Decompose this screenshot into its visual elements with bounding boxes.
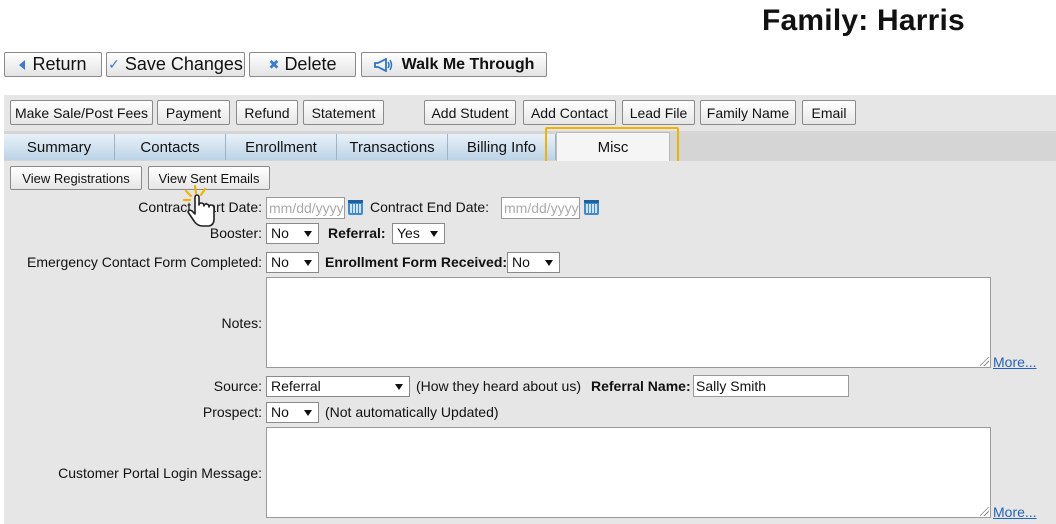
portal-message-label: Customer Portal Login Message:: [58, 465, 262, 481]
referral-select[interactable]: Yes: [392, 223, 445, 244]
refund-button[interactable]: Refund: [236, 100, 298, 125]
chevron-down-icon: [304, 260, 312, 266]
enrollment-form-select[interactable]: No: [507, 252, 560, 273]
portal-more-link[interactable]: More...: [993, 504, 1037, 520]
prospect-label: Prospect:: [202, 404, 262, 420]
notes-more-link[interactable]: More...: [993, 354, 1037, 370]
x-icon: ✖: [268, 56, 280, 72]
payment-button[interactable]: Payment: [157, 100, 230, 125]
chevron-down-icon: [545, 260, 553, 266]
add-contact-button[interactable]: Add Contact: [523, 100, 616, 125]
return-button[interactable]: Return: [4, 52, 102, 77]
prospect-hint: (Not automatically Updated): [325, 404, 499, 420]
tab-transactions[interactable]: Transactions: [337, 134, 448, 160]
checkmark-icon: ✓: [108, 56, 120, 72]
chevron-down-icon: [304, 410, 312, 416]
add-student-button[interactable]: Add Student: [424, 100, 516, 125]
email-button[interactable]: Email: [802, 100, 856, 125]
delete-button[interactable]: ✖ Delete: [249, 52, 356, 77]
resize-handle-icon[interactable]: [980, 357, 989, 366]
tab-summary[interactable]: Summary: [4, 134, 115, 160]
referral-name-label: Referral Name:: [591, 378, 691, 394]
lead-file-button[interactable]: Lead File: [622, 100, 695, 125]
source-label: Source:: [213, 378, 262, 394]
enrollment-form-label: Enrollment Form Received:: [325, 254, 508, 270]
family-name-button[interactable]: Family Name: [700, 100, 796, 125]
calendar-icon[interactable]: [348, 200, 363, 215]
referral-label: Referral:: [328, 225, 386, 241]
emergency-contact-select[interactable]: No: [266, 252, 319, 273]
chevron-down-icon: [430, 231, 438, 237]
referral-name-input[interactable]: Sally Smith: [693, 375, 849, 397]
emergency-contact-label: Emergency Contact Form Completed:: [27, 254, 262, 270]
booster-select[interactable]: No: [266, 223, 319, 244]
contract-end-input[interactable]: mm/dd/yyyy: [501, 197, 580, 219]
source-select[interactable]: Referral: [266, 376, 410, 397]
portal-message-textarea[interactable]: [266, 427, 991, 518]
notes-textarea[interactable]: [266, 277, 991, 368]
megaphone-icon: [373, 57, 392, 72]
resize-handle-icon[interactable]: [980, 507, 989, 516]
tab-contacts[interactable]: Contacts: [115, 134, 226, 160]
chevron-down-icon: [395, 384, 403, 390]
contract-end-label: Contract End Date:: [370, 199, 490, 215]
calendar-icon[interactable]: [584, 200, 599, 215]
save-changes-button[interactable]: ✓ Save Changes: [106, 52, 245, 77]
tab-billing-info[interactable]: Billing Info: [448, 134, 556, 160]
contract-start-input[interactable]: mm/dd/yyyy: [266, 197, 345, 219]
back-arrow-icon: [19, 59, 26, 70]
notes-label: Notes:: [221, 315, 262, 331]
tab-enrollment[interactable]: Enrollment: [226, 134, 337, 160]
hand-cursor-icon: [183, 184, 215, 227]
page-title: Family: Harris: [762, 4, 965, 37]
source-hint: (How they heard about us): [416, 378, 581, 394]
walk-me-through-button[interactable]: Walk Me Through: [361, 52, 547, 77]
view-registrations-button[interactable]: View Registrations: [10, 166, 142, 190]
chevron-down-icon: [304, 231, 312, 237]
prospect-select[interactable]: No: [266, 402, 319, 423]
statement-button[interactable]: Statement: [303, 100, 384, 125]
make-sale-button[interactable]: Make Sale/Post Fees: [10, 100, 153, 125]
